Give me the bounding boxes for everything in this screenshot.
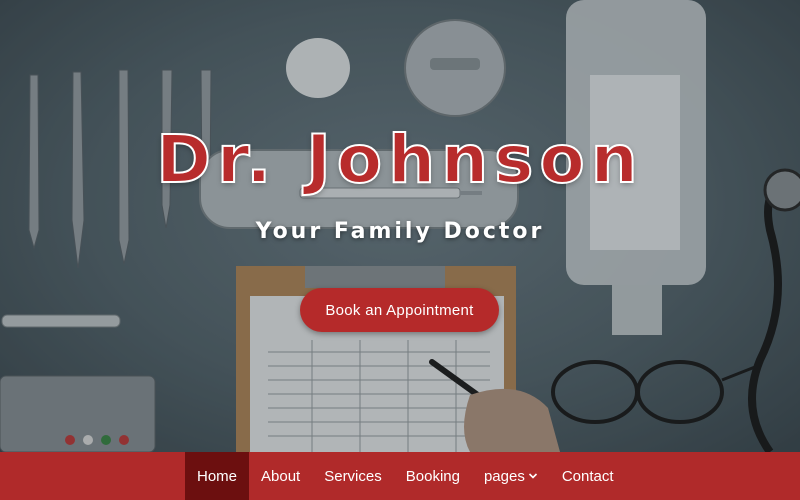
hero-section: Dr. Johnson Your Family Doctor Book an A… <box>0 0 800 452</box>
hero-subtitle: Your Family Doctor <box>255 219 545 244</box>
hero-title: Dr. Johnson <box>155 120 644 199</box>
nav-item-booking[interactable]: Booking <box>394 452 472 500</box>
book-appointment-button[interactable]: Book an Appointment <box>300 288 499 332</box>
nav-menu: Home About Services Booking pages Contac… <box>185 452 626 500</box>
nav-item-pages-label: pages <box>483 467 525 485</box>
nav-item-contact[interactable]: Contact <box>550 452 626 500</box>
nav-item-home[interactable]: Home <box>185 452 250 500</box>
nav-item-pages[interactable]: pages <box>472 452 550 500</box>
chevron-down-icon <box>528 473 537 479</box>
main-navbar: Home About Services Booking pages Contac… <box>0 452 800 500</box>
nav-item-about[interactable]: About <box>249 452 312 500</box>
nav-item-services[interactable]: Services <box>312 452 394 500</box>
